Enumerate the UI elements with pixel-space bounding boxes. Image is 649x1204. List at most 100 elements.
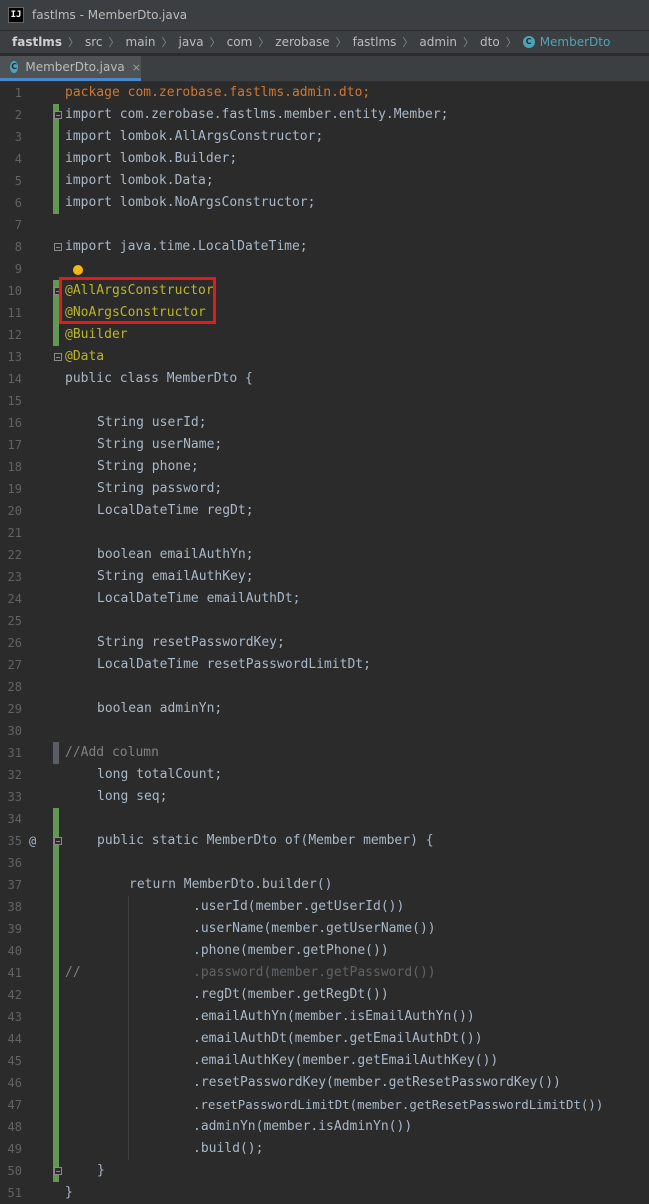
code-line: 32 long totalCount; <box>0 764 649 786</box>
code-text: import lombok.Data; <box>65 173 214 188</box>
code-line: 3 import lombok.AllArgsConstructor; <box>0 126 649 148</box>
line-number: 25 <box>7 614 22 628</box>
tab-label: MemberDto.java <box>25 60 125 74</box>
line-number: 14 <box>7 372 22 386</box>
class-icon: C <box>522 36 535 48</box>
code-line: 40 .phone(member.getPhone()) <box>0 940 649 962</box>
code-line: 1 package com.zerobase.fastlms.admin.dto; <box>0 82 649 104</box>
line-number: 3 <box>14 130 22 144</box>
line-number: 26 <box>7 636 22 650</box>
code-line: 26 String resetPasswordKey; <box>0 632 649 654</box>
code-line: 13 @Data <box>0 346 649 368</box>
code-line: 24 LocalDateTime emailAuthDt; <box>0 588 649 610</box>
intellij-logo-icon: IJ <box>8 7 24 23</box>
chevron-right-icon: 〉 <box>209 36 221 49</box>
code-line: 28 <box>0 676 649 698</box>
code-text: } <box>65 1185 73 1200</box>
breadcrumb-item-main[interactable]: main <box>126 35 156 49</box>
line-number: 24 <box>7 592 22 606</box>
breadcrumb-item-com[interactable]: com <box>227 35 253 49</box>
code-line: 20 LocalDateTime regDt; <box>0 500 649 522</box>
line-number: 33 <box>7 790 22 804</box>
code-comment: .password(member.getPassword()) <box>193 965 436 980</box>
line-number: 7 <box>14 218 22 232</box>
line-number: 12 <box>7 328 22 342</box>
close-icon[interactable]: × <box>132 61 141 74</box>
code-text: long totalCount; <box>97 767 223 782</box>
code-text: .resetPasswordKey(member.getResetPasswor… <box>193 1075 561 1090</box>
code-line: 22 boolean emailAuthYn; <box>0 544 649 566</box>
code-line: 33 long seq; <box>0 786 649 808</box>
code-text: import com.zerobase.fastlms.member.entit… <box>65 107 449 122</box>
chevron-right-icon: 〉 <box>463 36 475 49</box>
line-number: 37 <box>7 878 22 892</box>
code-text: LocalDateTime emailAuthDt; <box>97 591 301 606</box>
code-line: 27 LocalDateTime resetPasswordLimitDt; <box>0 654 649 676</box>
tab-memberdto-java[interactable]: C MemberDto.java × <box>0 56 141 81</box>
line-number: 13 <box>7 350 22 364</box>
code-text: long seq; <box>97 789 168 804</box>
code-text: public static MemberDto of(Member member… <box>97 833 434 848</box>
line-number: 6 <box>14 196 22 210</box>
line-number: 40 <box>7 944 22 958</box>
chevron-right-icon: 〉 <box>258 36 270 49</box>
chevron-right-icon: 〉 <box>67 36 79 49</box>
code-text: boolean emailAuthYn; <box>97 547 254 562</box>
code-text: String phone; <box>97 459 199 474</box>
breadcrumb-item-project[interactable]: fastlms <box>12 35 62 49</box>
code-editor[interactable]: @ 1 package com.zerobase.fastlms.admin.dt… <box>0 82 649 1203</box>
code-line: 4 import lombok.Builder; <box>0 148 649 170</box>
code-line: 48 .adminYn(member.isAdminYn()) <box>0 1116 649 1138</box>
code-text: String userId; <box>97 415 207 430</box>
breadcrumb-item-admin[interactable]: admin <box>419 35 457 49</box>
chevron-right-icon: 〉 <box>335 36 347 49</box>
code-line: 49 .build(); <box>0 1138 649 1160</box>
code-text: import lombok.Builder; <box>65 151 238 166</box>
title-bar: IJ fastlms - MemberDto.java <box>0 0 649 30</box>
code-text: .build(); <box>193 1141 264 1156</box>
line-number: 32 <box>7 768 22 782</box>
breadcrumb-item-fastlms[interactable]: fastlms <box>353 35 397 49</box>
line-number: 18 <box>7 460 22 474</box>
code-line: 14 public class MemberDto { <box>0 368 649 390</box>
code-line: 30 <box>0 720 649 742</box>
line-number: 45 <box>7 1054 22 1068</box>
code-text: @Builder <box>65 327 128 342</box>
line-number: 1 <box>14 86 22 100</box>
chevron-right-icon: 〉 <box>161 36 173 49</box>
line-number: 11 <box>7 306 22 320</box>
code-text: String resetPasswordKey; <box>97 635 285 650</box>
code-line: 12 @Builder <box>0 324 649 346</box>
line-number: 2 <box>14 108 22 122</box>
code-text: .resetPasswordLimitDt(member.getResetPas… <box>193 1097 604 1112</box>
code-line: 23 String emailAuthKey; <box>0 566 649 588</box>
breadcrumb-item-dto[interactable]: dto <box>480 35 500 49</box>
code-text: .phone(member.getPhone()) <box>193 943 389 958</box>
code-text: .userId(member.getUserId()) <box>193 899 405 914</box>
breadcrumb-item-src[interactable]: src <box>85 35 103 49</box>
code-line: 7 <box>0 214 649 236</box>
breadcrumb-class-label: MemberDto <box>539 35 611 49</box>
class-icon: C <box>10 61 19 73</box>
code-text: .emailAuthYn(member.isEmailAuthYn()) <box>193 1009 475 1024</box>
line-number: 27 <box>7 658 22 672</box>
code-text: LocalDateTime resetPasswordLimitDt; <box>97 657 371 672</box>
breadcrumb: fastlms 〉 src 〉 main 〉 java 〉 com 〉 zero… <box>0 30 649 53</box>
code-line: 18 String phone; <box>0 456 649 478</box>
annotation-highlight-box <box>59 277 216 324</box>
line-number: 43 <box>7 1010 22 1024</box>
line-number: 46 <box>7 1076 22 1090</box>
line-number: 19 <box>7 482 22 496</box>
line-number: 30 <box>7 724 22 738</box>
line-number: 22 <box>7 548 22 562</box>
breadcrumb-item-java[interactable]: java <box>178 35 203 49</box>
code-text: String emailAuthKey; <box>97 569 254 584</box>
line-number: 28 <box>7 680 22 694</box>
line-number: 17 <box>7 438 22 452</box>
chevron-right-icon: 〉 <box>505 36 517 49</box>
line-number: 44 <box>7 1032 22 1046</box>
breadcrumb-item-zerobase[interactable]: zerobase <box>275 35 329 49</box>
breadcrumb-item-class[interactable]: C MemberDto <box>522 35 611 49</box>
code-line: 6 import lombok.NoArgsConstructor; <box>0 192 649 214</box>
code-line: 25 <box>0 610 649 632</box>
